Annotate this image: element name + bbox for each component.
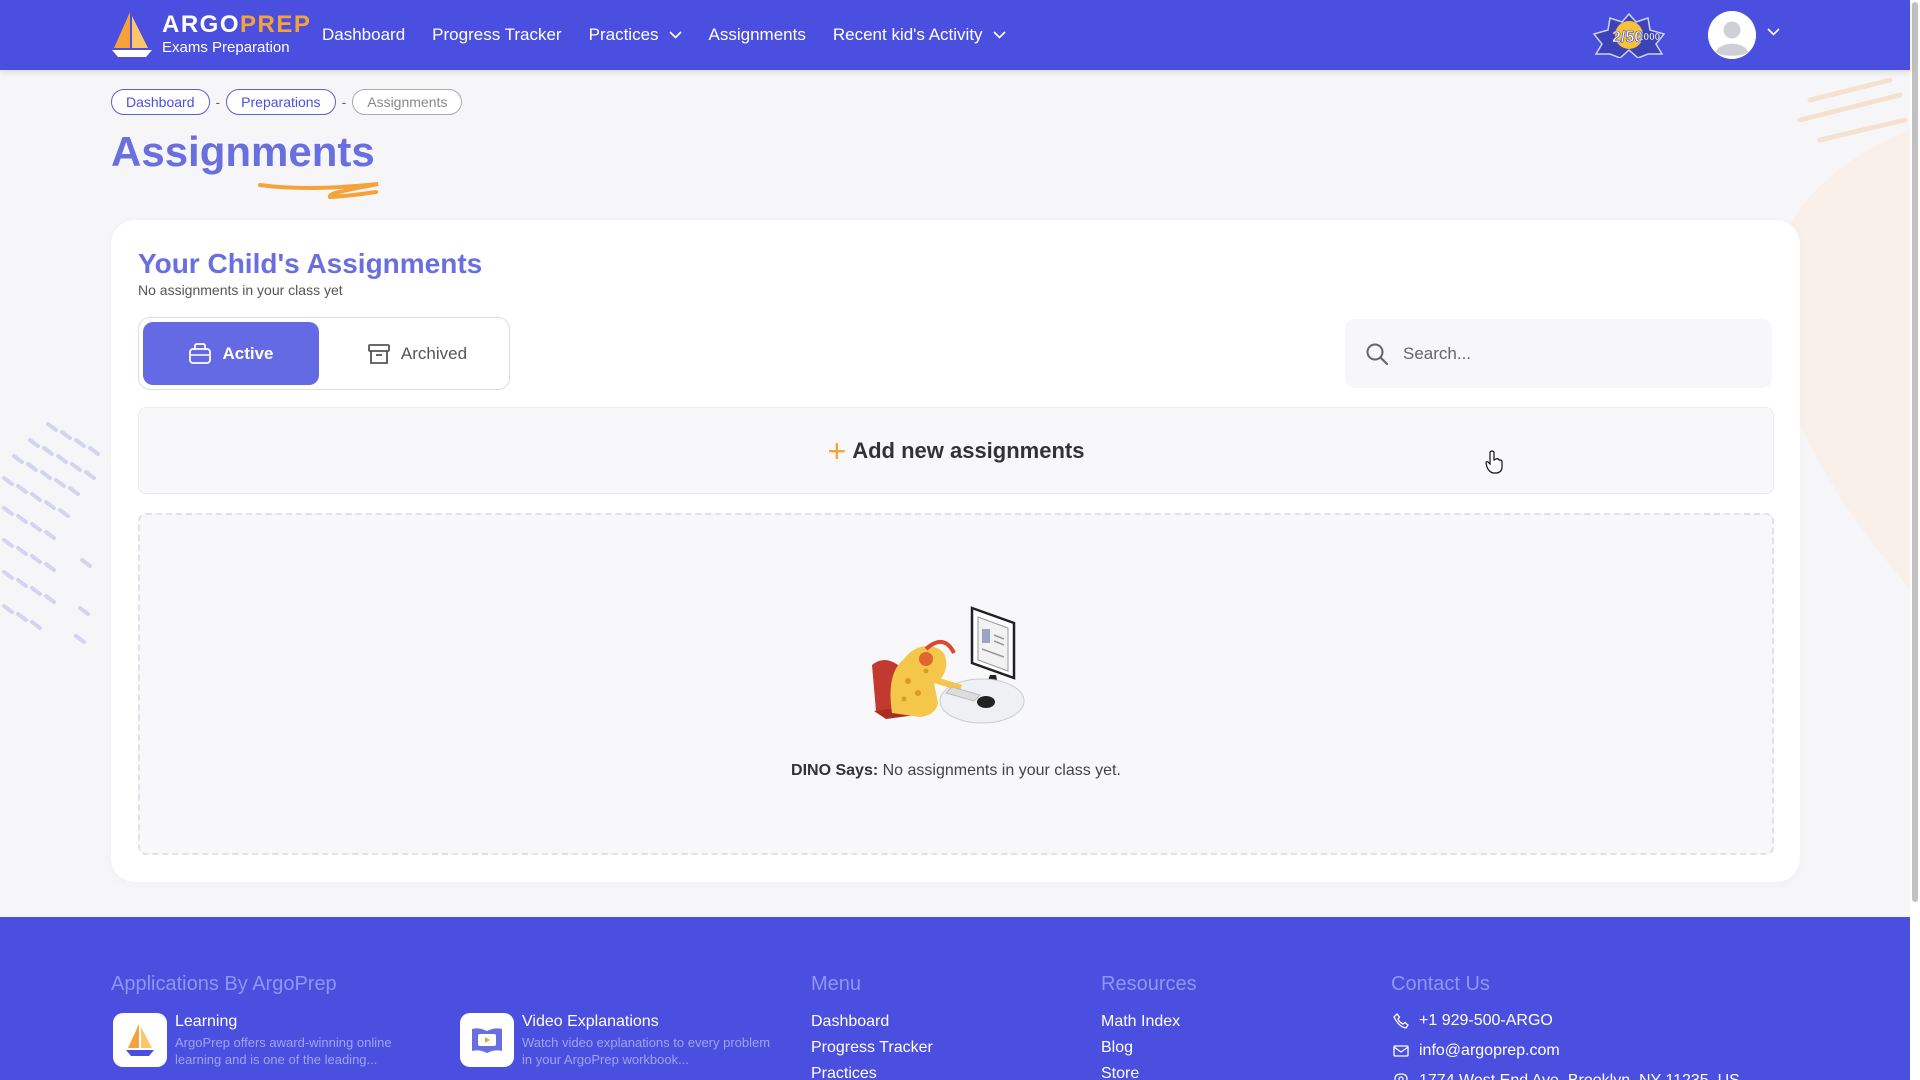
brand-name: ARGOPREP: [162, 11, 312, 38]
chevron-down-icon: [992, 31, 1006, 39]
breadcrumb: Dashboard - Preparations - Assignments: [111, 89, 463, 115]
hand-pointer-cursor-icon: [1485, 450, 1503, 474]
tab-archived[interactable]: Archived: [329, 322, 505, 385]
empty-state: DINO Says: No assignments in your class …: [138, 513, 1774, 855]
user-avatar[interactable]: [1708, 11, 1756, 59]
add-new-assignments-label: Add new assignments: [852, 437, 1085, 463]
chevron-down-icon: [668, 31, 682, 39]
chevron-down-icon[interactable]: [1767, 28, 1780, 36]
footer-app-video-explanations[interactable]: Video Explanations Watch video explanati…: [460, 1013, 782, 1069]
tab-active-label: Active: [222, 343, 274, 363]
footer-menu-heading: Menu: [811, 973, 862, 995]
footer-contact-phone[interactable]: +1 929-500-ARGO: [1393, 1012, 1553, 1030]
footer: Applications By ArgoPrep Learning ArgoPr…: [0, 917, 1910, 1080]
footer-link-math-index[interactable]: Math Index: [1101, 1013, 1180, 1031]
main-nav: Dashboard Progress Tracker Practices Ass…: [322, 0, 1033, 70]
breadcrumb-preparations[interactable]: Preparations: [226, 89, 336, 115]
nav-progress-tracker[interactable]: Progress Tracker: [432, 25, 561, 45]
footer-apps-heading: Applications By ArgoPrep: [111, 973, 337, 995]
tab-active[interactable]: Active: [143, 322, 319, 385]
nav-recent-kids-activity[interactable]: Recent kid's Activity: [833, 25, 1006, 45]
add-new-assignments-button[interactable]: + Add new assignments: [138, 407, 1774, 494]
footer-resources-heading: Resources: [1101, 973, 1197, 995]
decorative-dashes: [2, 422, 100, 644]
footer-app-description: ArgoPrep offers award-winning online lea…: [175, 1035, 392, 1067]
scrollbar-thumb[interactable]: [1912, 2, 1918, 902]
search-icon: [1366, 343, 1389, 365]
nav-practices[interactable]: Practices: [589, 25, 682, 45]
progress-badge-icon[interactable]: 2/50 1000: [1590, 12, 1668, 58]
footer-contact-heading: Contact Us: [1391, 973, 1490, 995]
phone-icon: [1393, 1013, 1409, 1029]
brand-logo-link[interactable]: ARGOPREP Exams Preparation: [110, 10, 311, 58]
tab-archived-label: Archived: [400, 343, 468, 363]
footer-contact-email[interactable]: info@argoprep.com: [1393, 1042, 1560, 1060]
top-navbar: ARGOPREP Exams Preparation Dashboard Pro…: [0, 0, 1910, 70]
footer-link-dashboard[interactable]: Dashboard: [811, 1013, 889, 1031]
footer-link-store[interactable]: Store: [1101, 1065, 1139, 1080]
video-app-icon: [460, 1013, 514, 1067]
breadcrumb-separator: -: [341, 94, 347, 110]
nav-assignments[interactable]: Assignments: [709, 25, 806, 45]
breadcrumb-separator: -: [215, 94, 221, 110]
breadcrumb-dashboard[interactable]: Dashboard: [111, 89, 210, 115]
footer-app-description: Watch video explanations to every proble…: [522, 1035, 771, 1067]
assignments-card: Your Child's Assignments No assignments …: [111, 220, 1800, 882]
argoprep-logo-icon: [112, 12, 152, 57]
footer-app-title: Learning: [175, 1013, 238, 1030]
footer-link-blog[interactable]: Blog: [1101, 1039, 1133, 1057]
location-pin-icon: [1394, 1073, 1408, 1080]
dino-mascot-illustration: [872, 606, 1025, 724]
dino-says-text: No assignments in your class yet.: [882, 762, 1121, 779]
briefcase-icon: [189, 342, 212, 364]
title-underline-decoration: [258, 182, 379, 200]
footer-link-practices[interactable]: Practices: [811, 1065, 877, 1080]
search-box: [1345, 319, 1772, 388]
footer-link-progress-tracker[interactable]: Progress Tracker: [811, 1039, 933, 1057]
card-title: Your Child's Assignments: [138, 248, 483, 279]
assignment-tabs: Active Archived: [138, 317, 510, 390]
brand-subtitle: Exams Preparation: [162, 39, 290, 56]
mail-icon: [1393, 1045, 1409, 1057]
page-title: Assignments: [111, 128, 375, 175]
footer-app-learning[interactable]: Learning ArgoPrep offers award-winning o…: [113, 1013, 435, 1069]
empty-state-message: DINO Says: No assignments in your class …: [140, 762, 1772, 780]
dino-says-prefix: DINO Says:: [791, 762, 879, 779]
search-input[interactable]: [1403, 343, 1723, 364]
plus-icon: +: [827, 432, 847, 469]
footer-contact-address[interactable]: 1774 West End Ave, Brooklyn, NY 11235, U…: [1393, 1072, 1740, 1080]
nav-dashboard[interactable]: Dashboard: [322, 25, 405, 45]
footer-app-title: Video Explanations: [522, 1013, 659, 1030]
user-icon: [1708, 11, 1756, 59]
learning-app-icon: [113, 1013, 167, 1067]
breadcrumb-assignments: Assignments: [352, 89, 463, 115]
badge-sub: 1000: [1638, 32, 1661, 43]
card-subtitle: No assignments in your class yet: [138, 282, 343, 298]
archive-icon: [368, 343, 390, 364]
